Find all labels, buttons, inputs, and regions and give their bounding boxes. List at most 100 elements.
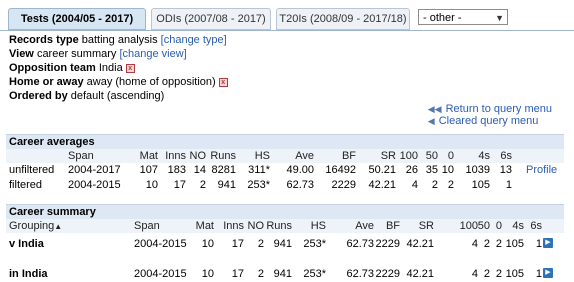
cell-hs: 253* <box>303 238 326 250</box>
row-label: unfiltered <box>9 164 55 176</box>
cell-hs: 253* <box>247 179 270 191</box>
grouping-label: Grouping <box>9 220 55 232</box>
cell-mat: 10 <box>145 179 158 191</box>
cell-4s: 1039 <box>465 164 490 176</box>
format-tabs: Tests (2004/05 - 2017) ODIs (2007/08 - 2… <box>8 8 574 30</box>
cell-ave: 62.73 <box>346 238 374 250</box>
career-summary-section: Career summary Grouping▲ Span Mat Inns N… <box>6 204 564 282</box>
return-query-menu-link[interactable]: ◀◀ Return to query menu <box>428 103 552 115</box>
cleared-query-menu-label: Cleared query menu <box>438 115 539 127</box>
format-select-value: - other - <box>423 12 462 24</box>
cell-bf: 2229 <box>331 179 356 191</box>
home-away-value: away (home of opposition) <box>86 76 216 88</box>
col-sr: SR <box>418 220 434 232</box>
cell-4s: 105 <box>471 179 490 191</box>
col-sr: SR <box>380 150 396 162</box>
cell-inns: 183 <box>167 164 186 176</box>
tab-t20is[interactable]: T20Is (2008/09 - 2017/18) <box>276 8 410 30</box>
cell-mat: 107 <box>139 164 158 176</box>
cell-0: 2 <box>495 238 502 250</box>
col-6s: 6s <box>530 220 542 232</box>
cell-runs: 8281 <box>211 164 236 176</box>
ordered-by-value: default (ascending) <box>70 90 165 102</box>
col-inns: Inns <box>223 220 244 232</box>
view-row: View career summary [change view] <box>9 47 569 61</box>
cleared-query-menu-link[interactable]: ◀ Cleared query menu <box>428 115 552 127</box>
career-averages-title: Career averages <box>6 134 564 149</box>
remove-filter-icon[interactable]: x <box>218 77 228 87</box>
change-type-link[interactable]: [change type] <box>161 34 227 46</box>
col-runs: Runs <box>210 150 236 162</box>
cell-sr: 42.21 <box>406 238 434 250</box>
grouping-sort-header[interactable]: Grouping▲ <box>9 219 62 234</box>
cell-hs: 311* <box>248 164 270 176</box>
ordered-by-row: Ordered by default (ascending) <box>9 89 569 103</box>
cell-ave: 62.73 <box>286 179 314 191</box>
opposition-row: Opposition team India x <box>9 61 569 75</box>
play-arrow-icon[interactable]: ▶ <box>543 238 553 248</box>
cell-100: 26 <box>405 164 418 176</box>
col-mat: Mat <box>139 150 158 162</box>
row-label: filtered <box>9 179 43 191</box>
view-label: View <box>9 48 34 60</box>
cell-span: 2004-2015 <box>68 179 121 191</box>
cell-0: 10 <box>441 164 454 176</box>
arrow-left-icon: ◀ <box>427 116 435 126</box>
query-summary: Records type batting analysis [change ty… <box>9 33 569 103</box>
table-row: filtered 2004-2015 10 17 2 941 253* 62.7… <box>6 178 564 193</box>
career-averages-header: Span Mat Inns NO Runs HS Ave BF SR 100 5… <box>6 149 564 163</box>
cell-100: 4 <box>411 179 418 191</box>
return-query-menu-label: Return to query menu <box>445 103 552 115</box>
cell-runs: 941 <box>273 238 292 250</box>
opposition-value: India <box>98 62 123 74</box>
col-6s: 6s <box>500 150 512 162</box>
col-mat: Mat <box>195 220 214 232</box>
col-ave: Ave <box>295 150 314 162</box>
records-type-label: Records type <box>9 34 79 46</box>
col-50: 50 <box>477 220 490 232</box>
opposition-label: Opposition team <box>9 62 96 74</box>
row-label: v India <box>9 238 44 250</box>
col-100: 100 <box>399 150 418 162</box>
arrow-left-icon: ◀◀ <box>427 104 442 114</box>
col-50: 50 <box>425 150 438 162</box>
cell-inns: 17 <box>231 238 244 250</box>
tab-odis[interactable]: ODIs (2007/08 - 2017) <box>151 8 271 30</box>
change-view-link[interactable]: [change view] <box>119 48 186 60</box>
col-runs: Runs <box>266 220 292 232</box>
col-bf: BF <box>385 220 400 232</box>
chevron-down-icon: ▼ <box>495 13 504 23</box>
cell-50: 35 <box>425 164 438 176</box>
play-arrow-icon[interactable]: ▶ <box>543 268 553 278</box>
home-away-row: Home or away away (home of opposition) x <box>9 75 569 89</box>
format-select[interactable]: - other - ▼ <box>418 9 508 25</box>
col-100: 100 <box>459 220 478 232</box>
career-averages-section: Career averages Span Mat Inns NO Runs HS… <box>6 134 564 193</box>
tab-tests[interactable]: Tests (2004/05 - 2017) <box>8 8 146 30</box>
cell-no: 14 <box>193 164 206 176</box>
col-0: 0 <box>447 150 454 162</box>
col-no: NO <box>247 220 265 232</box>
view-value: career summary <box>36 48 117 60</box>
col-hs: HS <box>254 150 270 162</box>
cell-no: 2 <box>199 179 206 191</box>
cell-50: 2 <box>431 179 438 191</box>
cell-span: 2004-2015 <box>134 238 187 250</box>
profile-link[interactable]: Profile <box>526 163 557 178</box>
cell-no: 2 <box>257 238 264 250</box>
col-0: 0 <box>495 220 502 232</box>
cell-span: 2004-2017 <box>68 164 121 176</box>
records-type-row: Records type batting analysis [change ty… <box>9 33 569 47</box>
cell-0: 2 <box>447 179 454 191</box>
cell-inns: 17 <box>173 179 186 191</box>
col-bf: BF <box>341 150 356 162</box>
ordered-by-label: Ordered by <box>9 90 68 102</box>
cell-runs: 941 <box>217 179 236 191</box>
records-type-value: batting analysis <box>81 34 158 46</box>
cell-bf: 2229 <box>375 238 400 250</box>
col-span: Span <box>68 150 94 162</box>
table-row: v India 2004-2015 10 17 2 941 253* 62.73… <box>6 237 564 252</box>
career-summary-header: Grouping▲ Span Mat Inns NO Runs HS Ave B… <box>6 219 564 233</box>
remove-filter-icon[interactable]: x <box>125 63 135 73</box>
